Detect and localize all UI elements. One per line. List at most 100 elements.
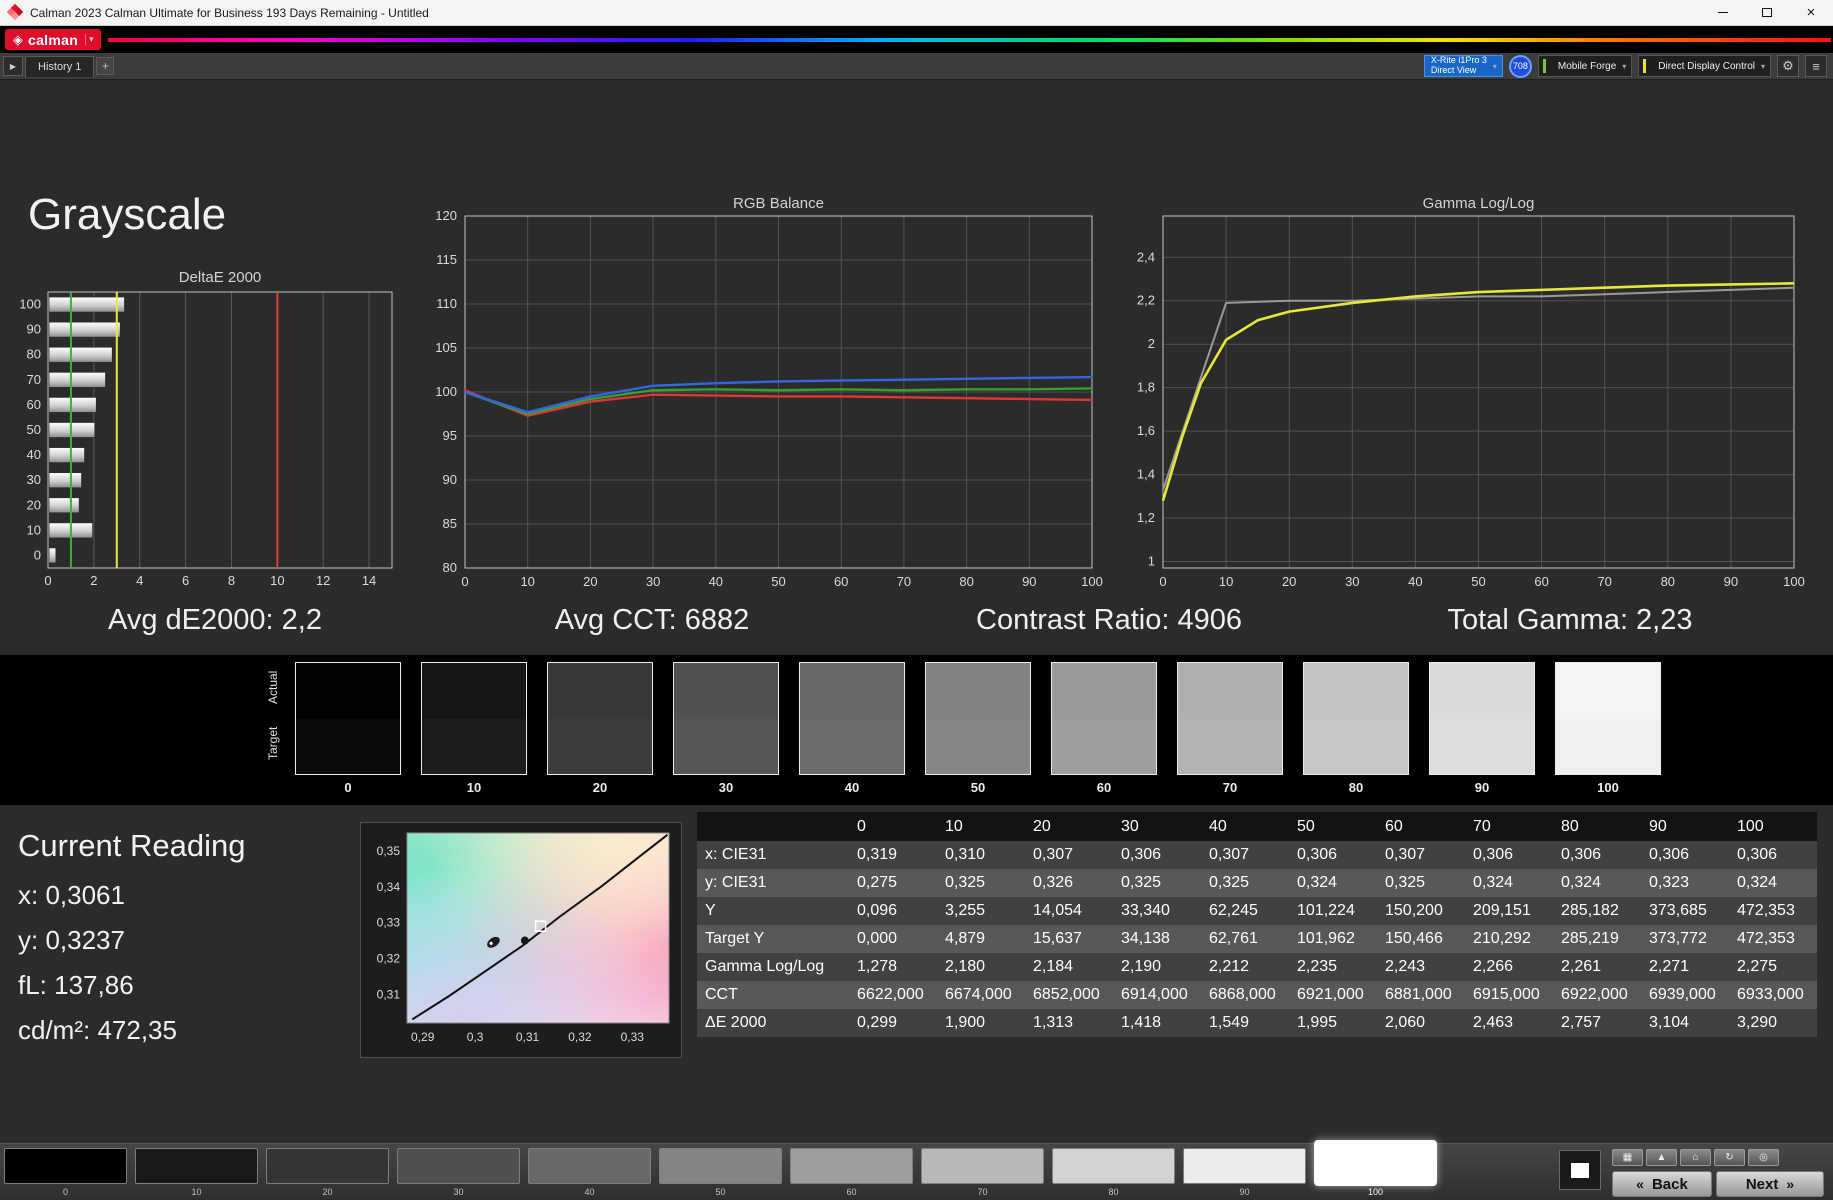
swatch-90: 90 xyxy=(1429,662,1535,795)
patch-100-button[interactable]: 100 xyxy=(1314,1140,1437,1197)
swatch-strip: Actual Target 0 10 20 30 40 50 60 70 80 90 100 xyxy=(0,655,1833,805)
patch-70-button[interactable]: 70 xyxy=(921,1148,1044,1197)
settings-button[interactable]: ⚙ xyxy=(1777,55,1799,77)
target-tool-button[interactable]: ◎ xyxy=(1748,1149,1779,1166)
svg-text:10: 10 xyxy=(1219,574,1233,589)
patch-0-button[interactable]: 0 xyxy=(4,1148,127,1197)
table-col-header: 90 xyxy=(1641,812,1729,841)
svg-text:100: 100 xyxy=(435,384,457,399)
table-row-label: x: CIE31 xyxy=(697,841,849,869)
display-tool-button[interactable]: ▦ xyxy=(1612,1149,1643,1166)
table-row: Target Y 0,000 4,879 15,637 34,138 62,761 101,… xyxy=(697,925,1817,953)
table-cell: 1,278 xyxy=(849,953,937,981)
svg-text:0,33: 0,33 xyxy=(377,916,401,930)
swatch-label: 40 xyxy=(844,780,860,795)
svg-text:70: 70 xyxy=(1597,574,1611,589)
maximize-button[interactable] xyxy=(1745,0,1789,25)
up-tool-button[interactable]: ▲ xyxy=(1646,1149,1677,1166)
table-cell: 2,757 xyxy=(1553,1009,1641,1037)
svg-text:14: 14 xyxy=(362,573,376,588)
swatch-colors xyxy=(925,662,1031,775)
close-button[interactable]: × xyxy=(1789,0,1833,25)
patch-swatch xyxy=(528,1148,651,1184)
calman-menu-button[interactable]: ◈ calman ▾ xyxy=(5,29,101,50)
history-arrow-button[interactable]: ▶ xyxy=(3,56,23,76)
patch-40-button[interactable]: 40 xyxy=(528,1148,651,1197)
back-button[interactable]: « Back xyxy=(1612,1171,1712,1197)
next-chevron-icon: » xyxy=(1786,1176,1795,1192)
svg-text:Gamma Log/Log: Gamma Log/Log xyxy=(1423,196,1535,212)
swatch-colors xyxy=(295,662,401,775)
patch-label: 50 xyxy=(715,1187,726,1197)
brand-name: calman xyxy=(28,31,79,48)
tab-label: History 1 xyxy=(38,60,82,73)
svg-text:60: 60 xyxy=(27,397,41,412)
green-accent xyxy=(1542,59,1546,73)
page-title: Grayscale xyxy=(28,190,227,239)
table-cell: 0,323 xyxy=(1641,869,1729,897)
svg-text:0,3: 0,3 xyxy=(467,1030,484,1044)
minimize-button[interactable] xyxy=(1701,0,1745,25)
table-row: ΔE 2000 0,299 1,900 1,313 1,418 1,549 1,995 2,0… xyxy=(697,1009,1817,1037)
display-control-dropdown[interactable]: Direct Display Control ▾ xyxy=(1638,55,1771,77)
swatch-colors xyxy=(1051,662,1157,775)
patch-window-button[interactable] xyxy=(1559,1150,1601,1190)
tab-history-1[interactable]: History 1 xyxy=(25,55,95,77)
table-cell: 150,200 xyxy=(1377,897,1465,925)
home-tool-button[interactable]: ⌂ xyxy=(1680,1149,1711,1166)
table-cell: 373,772 xyxy=(1641,925,1729,953)
table-cell: 4,879 xyxy=(937,925,1025,953)
add-tab-button[interactable]: + xyxy=(96,57,115,75)
patch-label: 60 xyxy=(846,1187,857,1197)
app-icon xyxy=(6,3,24,21)
table-cell: 0,324 xyxy=(1289,869,1377,897)
table-cell: 101,224 xyxy=(1289,897,1377,925)
chevron-down-icon: ▾ xyxy=(1622,61,1627,71)
table-cell: 0,307 xyxy=(1201,841,1289,869)
patch-10-button[interactable]: 10 xyxy=(135,1148,258,1197)
patch-swatch xyxy=(135,1148,258,1184)
table-row: x: CIE31 0,319 0,310 0,307 0,306 0,307 0,306 0,… xyxy=(697,841,1817,869)
patch-60-button[interactable]: 60 xyxy=(790,1148,913,1197)
swatch-colors xyxy=(547,662,653,775)
swatch-label: 60 xyxy=(1096,780,1112,795)
svg-text:DeltaE 2000: DeltaE 2000 xyxy=(179,269,262,286)
patch-window-icon xyxy=(1571,1162,1589,1178)
svg-text:0,35: 0,35 xyxy=(377,844,401,858)
layout-button[interactable]: ≡ xyxy=(1805,55,1827,77)
reading-x: x: 0,3061 xyxy=(18,880,125,910)
patch-30-button[interactable]: 30 xyxy=(397,1148,520,1197)
table-cell: 6881,000 xyxy=(1377,981,1465,1009)
meter-count-badge: 708 xyxy=(1508,54,1532,78)
current-reading-title: Current Reading xyxy=(18,828,246,863)
patch-50-button[interactable]: 50 xyxy=(659,1148,782,1197)
patch-80-button[interactable]: 80 xyxy=(1052,1148,1175,1197)
actual-row-label: Actual xyxy=(266,670,280,704)
svg-text:40: 40 xyxy=(1408,574,1422,589)
svg-text:40: 40 xyxy=(709,574,723,589)
svg-text:1,8: 1,8 xyxy=(1137,380,1155,395)
refresh-tool-button[interactable]: ↻ xyxy=(1714,1149,1745,1166)
table-col-header: 40 xyxy=(1201,812,1289,841)
svg-text:60: 60 xyxy=(1534,574,1548,589)
table-cell: 6868,000 xyxy=(1201,981,1289,1009)
meter-dropdown[interactable]: X-Rite i1Pro 3 Direct View ▾ xyxy=(1423,55,1503,77)
patch-90-button[interactable]: 90 xyxy=(1183,1148,1306,1197)
table-cell: 15,637 xyxy=(1025,925,1113,953)
patch-20-button[interactable]: 20 xyxy=(266,1148,389,1197)
source-dropdown[interactable]: Mobile Forge ▾ xyxy=(1537,55,1633,77)
table-row-label: CCT xyxy=(697,981,849,1009)
table-cell: 62,761 xyxy=(1201,925,1289,953)
table-cell: 2,060 xyxy=(1377,1009,1465,1037)
table-col-header: 80 xyxy=(1553,812,1641,841)
table-cell: 2,235 xyxy=(1289,953,1377,981)
patch-swatch xyxy=(4,1148,127,1184)
svg-text:8: 8 xyxy=(228,573,235,588)
table-cell: 0,325 xyxy=(1113,869,1201,897)
swatch-label: 80 xyxy=(1348,780,1364,795)
table-col-header: 0 xyxy=(849,812,937,841)
next-button[interactable]: Next » xyxy=(1716,1171,1824,1197)
table-cell: 373,685 xyxy=(1641,897,1729,925)
svg-text:1,4: 1,4 xyxy=(1137,467,1155,482)
svg-text:30: 30 xyxy=(646,574,660,589)
